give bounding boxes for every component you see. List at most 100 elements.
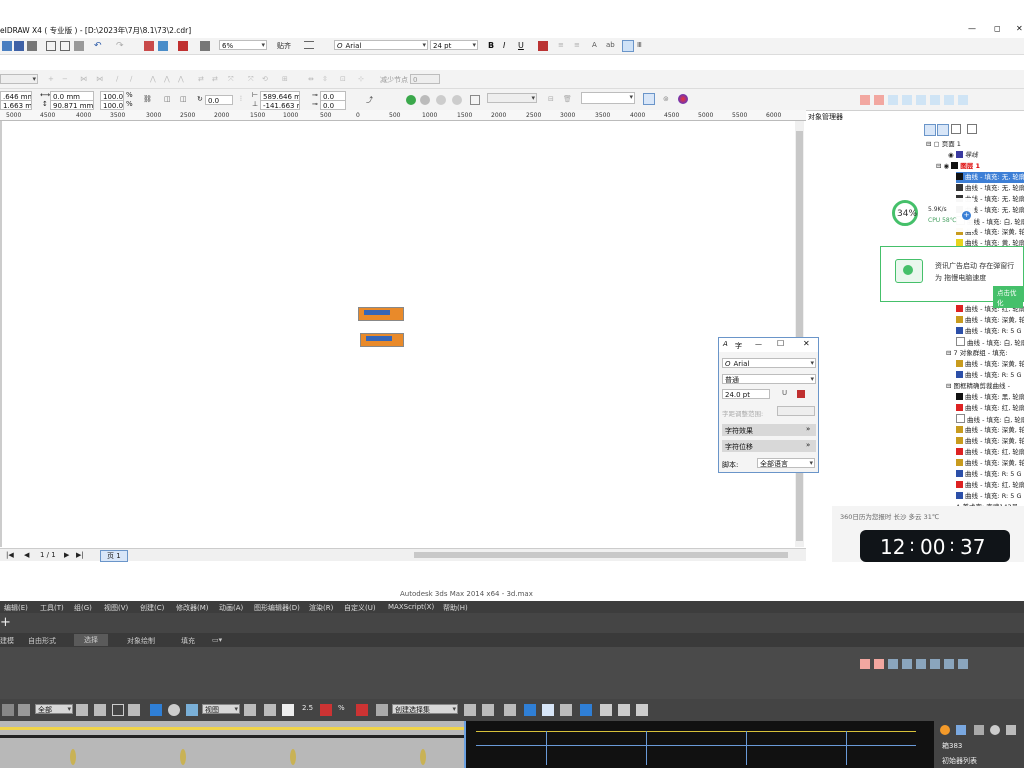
script-select[interactable]: 全部语言 [757,458,815,468]
next-page-icon[interactable]: ▶ [64,551,69,559]
mirror-v-icon[interactable]: ◫ [180,95,190,105]
layer-manager-icon[interactable] [951,124,961,134]
effects-icon[interactable] [452,95,462,105]
smooth-node-icon[interactable]: ⋀ [164,75,174,85]
edit-text-icon[interactable]: ab [606,41,616,51]
menu-graph-editors[interactable]: 图形编辑器(D) [254,603,300,613]
rotate-node-icon[interactable]: ⟲ [262,75,272,85]
y-position-field[interactable]: 1.663 mm [0,100,32,110]
layer-options-icon[interactable] [967,124,977,134]
minimize-button[interactable]: — [968,24,976,33]
tree-item[interactable]: 曲线 - 填充: 红, 轮廓 [956,480,1024,491]
grid-icon[interactable] [944,659,954,669]
max-viewport-right[interactable] [464,721,936,768]
vertical-scrollbar[interactable] [795,121,804,547]
open-icon[interactable] [2,41,12,51]
snap-label[interactable]: 贴齐 [277,41,291,51]
ribbon-tab-selection[interactable]: 选择 [74,634,108,646]
group-node[interactable]: ⊟ 7 对象群组 - 填充: [946,348,1007,359]
character-panel[interactable]: A 字 — ☐ ✕ OArial 普通 24.0 pt U 字距调整范围: 字符… [718,337,819,473]
select-manipulate-icon[interactable] [264,704,276,716]
tree-item[interactable]: 曲线 - 填充: 白, 轮廓 [956,414,1024,425]
last-page-icon[interactable]: ▶| [76,551,84,559]
layer-explorer-icon[interactable] [504,704,516,716]
reduce-nodes-label[interactable]: 减少节点 [380,75,408,85]
char-offset-section[interactable]: 字符位移 » [722,440,816,452]
plus-icon[interactable]: + [0,615,11,630]
tree-item[interactable]: 曲线 - 填充: 深黄, 轮 [956,315,1024,326]
grid-icon[interactable] [944,95,954,105]
app-launcher-icon[interactable] [178,41,188,51]
display-tab-icon[interactable] [1006,725,1016,735]
page-tab[interactable]: 页 1 [100,550,128,562]
redo-icon[interactable]: ↷ [116,41,126,51]
menu-views[interactable]: 视图(V) [104,603,128,613]
scale-icon[interactable] [186,704,198,716]
menu-rendering[interactable]: 渲染(R) [309,603,333,613]
named-selection-select[interactable]: 创建选择集 [392,704,458,714]
layer-props-icon[interactable] [924,124,936,136]
transparency-icon[interactable] [436,95,446,105]
print-icon[interactable] [27,41,37,51]
tools-icon[interactable] [930,95,940,105]
horizontal-text-icon[interactable] [622,40,634,52]
english-icon[interactable] [874,659,884,669]
tree-item[interactable]: 曲线 - 填充: 白, 轮廓 [956,337,1024,348]
selection-filter-select[interactable]: 全部 [35,704,73,714]
window-crossing-icon[interactable] [128,704,140,716]
shirt-icon[interactable] [958,659,968,669]
cusp-node-icon[interactable]: ⋀ [150,75,160,85]
schematic-icon[interactable] [560,704,572,716]
char-color-icon[interactable] [797,390,805,398]
modifier-list[interactable]: 初始器列表 [942,756,977,766]
tree-item[interactable]: 曲线 - 填充: 红, 轮廓 [956,403,1024,414]
layer-guides[interactable]: ◉ 导线 [948,150,978,161]
angle-field[interactable]: 0.0 [205,95,233,105]
symmetric-node-icon[interactable]: ⋀ [178,75,188,85]
position-y-field[interactable]: -141.663 mm [260,100,300,110]
offset-y-field[interactable]: 0.0 [320,100,346,110]
menu-tools[interactable]: 工具(T) [40,603,64,613]
angle-snap-icon[interactable] [320,704,332,716]
char-panel-titlebar[interactable]: A 字 — ☐ ✕ [719,338,818,352]
to-curve-icon[interactable]: ∕ [130,75,140,85]
extract-icon[interactable]: ⤧ [228,75,238,85]
undo-icon[interactable]: ↶ [94,41,104,51]
material-editor-icon[interactable] [580,704,592,716]
lock-ratio-icon[interactable]: ⛓ [143,95,153,105]
char-panel-close[interactable]: ✕ [803,339,810,348]
moon-icon[interactable] [888,659,898,669]
color-select[interactable] [581,92,635,104]
mirror-icon[interactable] [464,704,476,716]
add-node-icon[interactable]: + [48,75,58,85]
reflect-v-icon[interactable]: ⇳ [322,75,332,85]
tree-item[interactable]: 曲线 - 填充: R: 5 G [956,491,1022,502]
menu-maxscript[interactable]: MAXScript(X) [388,603,434,611]
wrap-icon[interactable]: ⊟ [548,95,558,105]
tree-item[interactable]: 曲线 - 填充: R: 5 G [956,469,1022,480]
render-frame-icon[interactable] [618,704,630,716]
export-icon[interactable] [158,41,168,51]
char-size-field[interactable]: 24.0 pt [722,389,770,399]
italic-icon[interactable]: I [503,41,513,51]
ribbon-options-icon[interactable]: ▭▾ [212,636,222,644]
clock-widget[interactable]: 360日历为您报时 长沙 多云 31℃ 12 : 00 : 37 [832,506,1024,562]
char-style-select[interactable]: 普通 [722,374,816,384]
selection-mode-select[interactable] [0,74,38,84]
break-node-icon[interactable]: ⋈ [96,75,106,85]
select-all-nodes-icon[interactable]: ⊹ [358,75,368,85]
max-viewport-left[interactable] [0,721,464,768]
keyboard-icon[interactable] [902,659,912,669]
menu-edit[interactable]: 编辑(E) [4,603,28,613]
paste-icon[interactable] [74,41,84,51]
menu-help[interactable]: 帮助(H) [443,603,468,613]
move-icon[interactable] [150,704,162,716]
horizontal-scroll-thumb[interactable] [414,552,788,558]
save-icon[interactable] [14,41,24,51]
ribbon-tab-modeling[interactable]: 建模 [0,636,14,646]
tree-item[interactable]: 曲线 - 填充: 无, 轮廓 [956,183,1024,194]
vertical-scroll-thumb[interactable] [796,131,803,541]
font-size-select[interactable]: 24 pt [430,40,478,50]
rect-region-icon[interactable] [112,704,124,716]
snap-toggle-icon[interactable]: 2.5 [302,704,314,716]
